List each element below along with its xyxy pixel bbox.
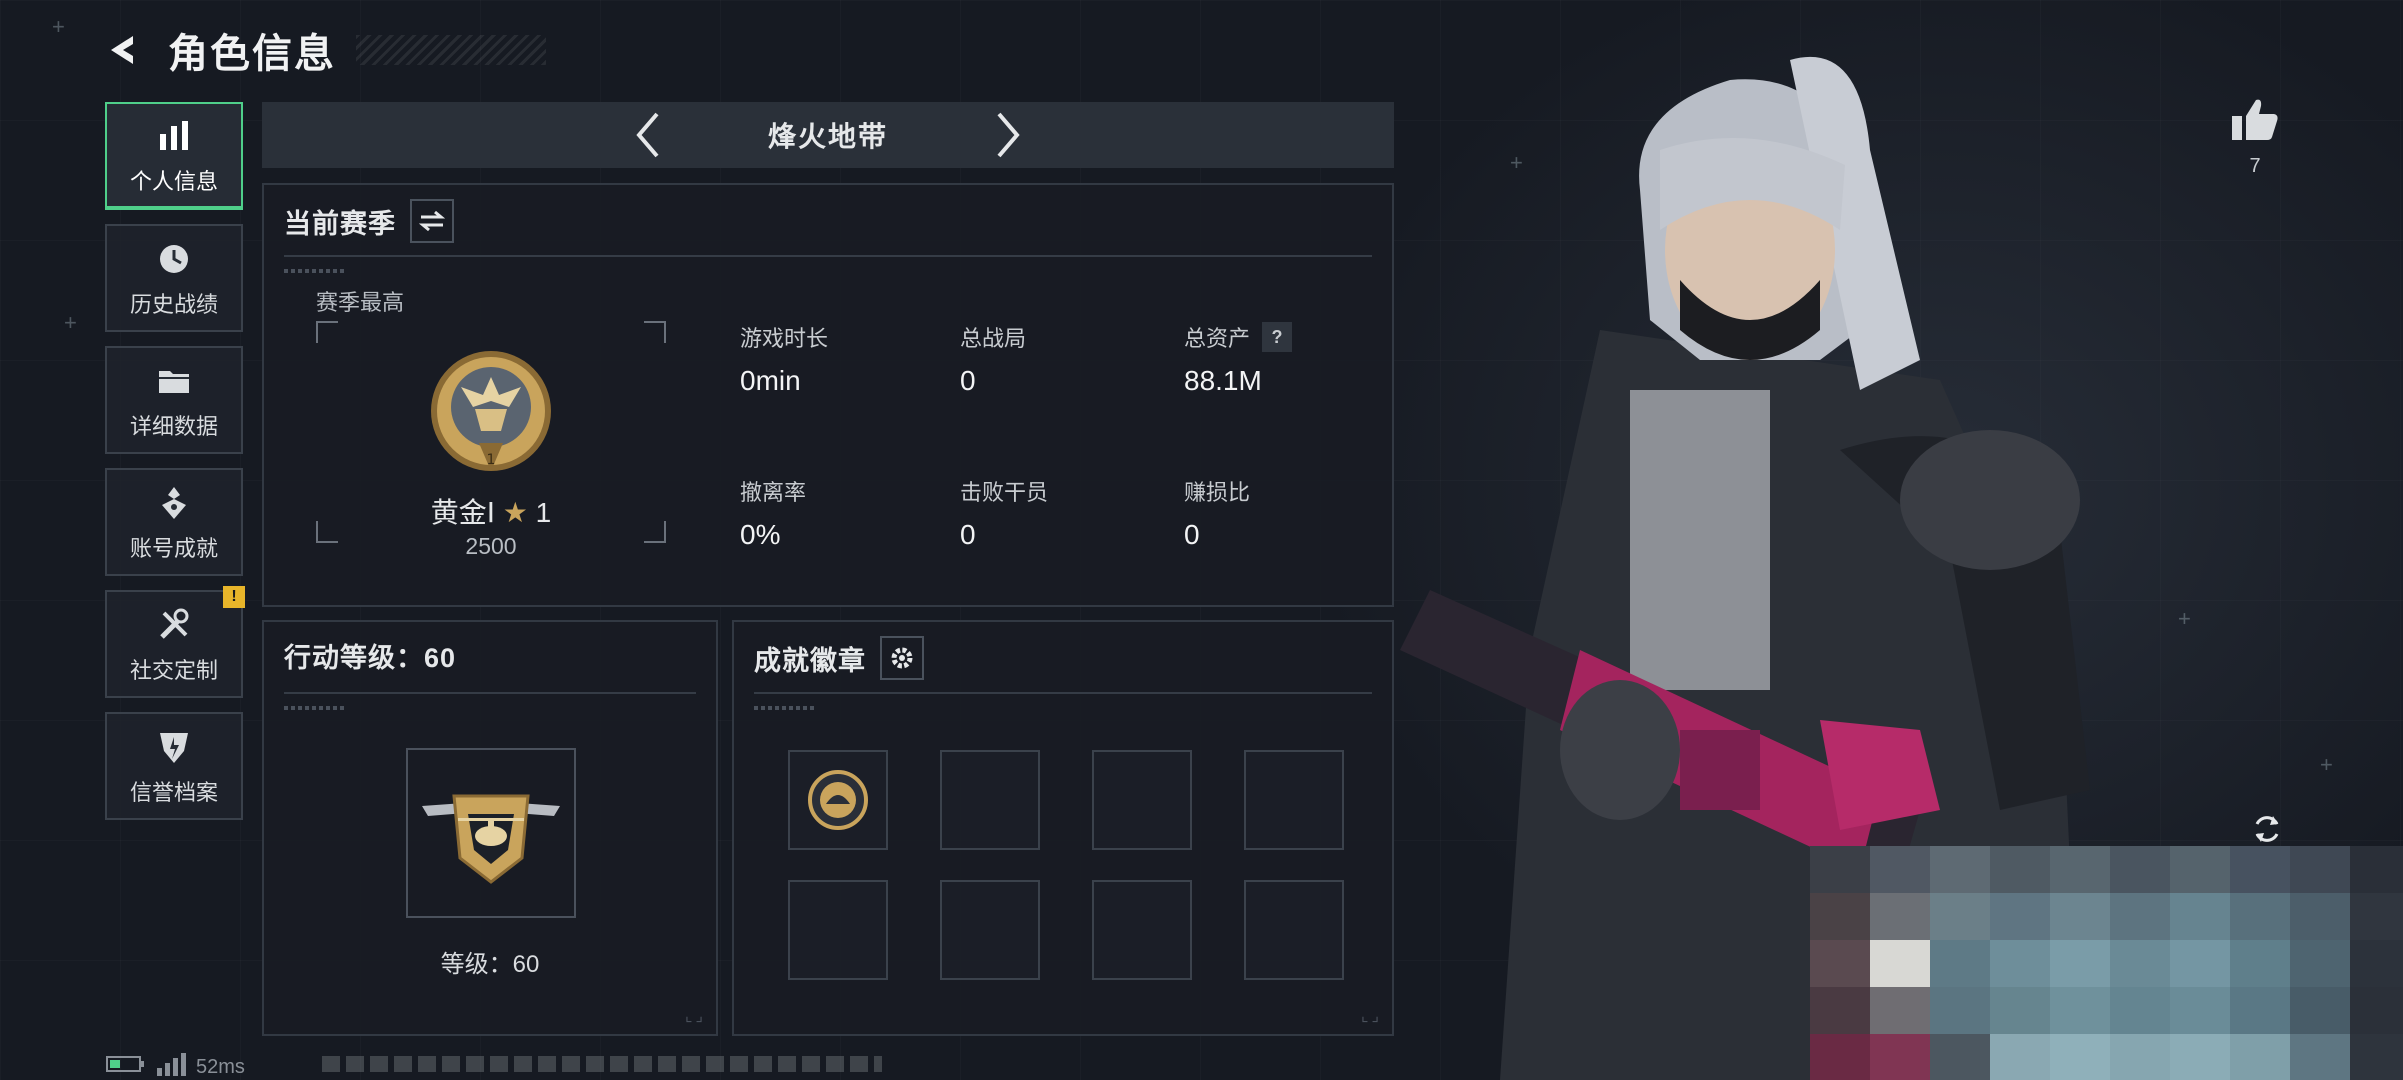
badge-slot-empty[interactable]	[1092, 750, 1192, 850]
like-count: 7	[2249, 155, 2261, 177]
title-decoration	[356, 35, 546, 65]
season-best-label: 赛季最高	[316, 290, 405, 315]
sidebar-item-achievements[interactable]: 账号成就	[105, 468, 243, 576]
stat-profit-loss-ratio: 赚损比 0	[1184, 480, 1251, 550]
decor-cross: +	[52, 14, 65, 39]
achievement-title: 成就徽章	[754, 645, 866, 676]
signal-icon	[156, 1052, 186, 1080]
badge-slot-empty[interactable]	[788, 880, 888, 980]
season-panel: 当前赛季 赛季最高 1 黄金Ⅰ ★ 1 2500 游戏时长 0min 总战局 0…	[262, 183, 1394, 607]
history-icon	[156, 237, 192, 281]
svg-text:1: 1	[487, 452, 496, 468]
rank-frame: 1 黄金Ⅰ ★ 1 2500	[316, 321, 666, 559]
sidebar-item-label: 详细数据	[129, 414, 218, 439]
sidebar: 个人信息 历史战绩 详细数据 账号成就 ! 社交定制 信誉档案	[105, 102, 245, 834]
badge-slot-empty[interactable]	[940, 880, 1040, 980]
sidebar-item-label: 历史战绩	[129, 292, 218, 317]
badge-slot-empty[interactable]	[940, 750, 1040, 850]
divider	[284, 255, 1372, 257]
bar-chart-icon	[156, 114, 192, 158]
sidebar-item-detailed-data[interactable]: 详细数据	[105, 346, 243, 454]
badge-slot-empty[interactable]	[1092, 880, 1192, 980]
stat-total-assets: 总资产? 88.1M	[1184, 321, 1293, 397]
achievement-panel: 成就徽章 ⌞⌟	[732, 620, 1394, 1036]
divider	[754, 692, 1372, 694]
folder-icon	[156, 359, 192, 403]
level-label: 等级：60	[440, 951, 540, 978]
swap-icon[interactable]	[410, 199, 454, 243]
corner-decor: ⌞⌟	[685, 1008, 706, 1025]
decor-dashes	[754, 706, 814, 710]
sidebar-item-label: 信誉档案	[129, 780, 218, 805]
action-level-panel: 行动等级：60 等级：60 ⌞⌟	[262, 620, 718, 1036]
level-emblem-frame	[406, 748, 576, 918]
chevron-left-icon[interactable]	[618, 105, 678, 165]
decor-dashes	[284, 269, 344, 273]
achievement-icon	[156, 481, 192, 525]
sidebar-item-label: 社交定制	[129, 658, 218, 683]
page-header: 角色信息	[100, 20, 546, 80]
stat-extraction-rate: 撤离率 0%	[740, 480, 807, 550]
gold-rank-emblem: 1	[425, 347, 557, 490]
stat-operators-defeated: 击败干员 0	[960, 480, 1049, 550]
star-icon: ★	[502, 497, 528, 528]
sidebar-item-personal-info[interactable]: 个人信息	[105, 102, 243, 210]
helicopter-level-icon	[418, 772, 564, 897]
badge-slot-filled[interactable]	[788, 750, 888, 850]
stat-total-matches: 总战局 0	[960, 326, 1027, 396]
divider	[284, 692, 696, 694]
decor-cross: +	[64, 310, 77, 335]
mode-name: 烽火地带	[767, 121, 888, 152]
chevron-right-icon[interactable]	[978, 105, 1038, 165]
blurred-text	[322, 1056, 882, 1072]
sidebar-item-label: 个人信息	[129, 169, 218, 194]
page-title: 角色信息	[168, 32, 336, 76]
decor-dashes	[284, 706, 344, 710]
back-arrow-icon[interactable]	[100, 27, 146, 73]
alert-badge: !	[223, 586, 245, 608]
like-widget[interactable]: 7	[2228, 96, 2282, 178]
status-bar: 52ms	[106, 1052, 245, 1080]
gear-icon[interactable]	[880, 636, 924, 680]
sidebar-item-label: 账号成就	[129, 536, 218, 561]
credit-shield-icon	[156, 725, 192, 769]
mode-selector: 烽火地带	[262, 102, 1394, 168]
sidebar-item-history[interactable]: 历史战绩	[105, 224, 243, 332]
pixelated-mosaic	[1810, 846, 2403, 1080]
help-icon[interactable]: ?	[1262, 322, 1293, 352]
decor-cross: +	[2320, 752, 2333, 777]
thumbs-up-icon[interactable]	[2228, 96, 2282, 147]
tools-icon	[156, 603, 192, 647]
action-level-title: 行动等级：60	[284, 643, 457, 673]
stat-play-time: 游戏时长 0min	[740, 326, 829, 396]
sidebar-item-credit-record[interactable]: 信誉档案	[105, 712, 243, 820]
season-title: 当前赛季	[284, 208, 396, 239]
battery-icon	[106, 1054, 146, 1080]
rank-score: 2500	[465, 533, 517, 559]
shell-badge-icon	[806, 768, 870, 837]
rank-name: 黄金Ⅰ ★ 1	[430, 497, 552, 528]
sidebar-item-social-custom[interactable]: ! 社交定制	[105, 586, 245, 698]
ping-value: 52ms	[196, 1055, 245, 1078]
